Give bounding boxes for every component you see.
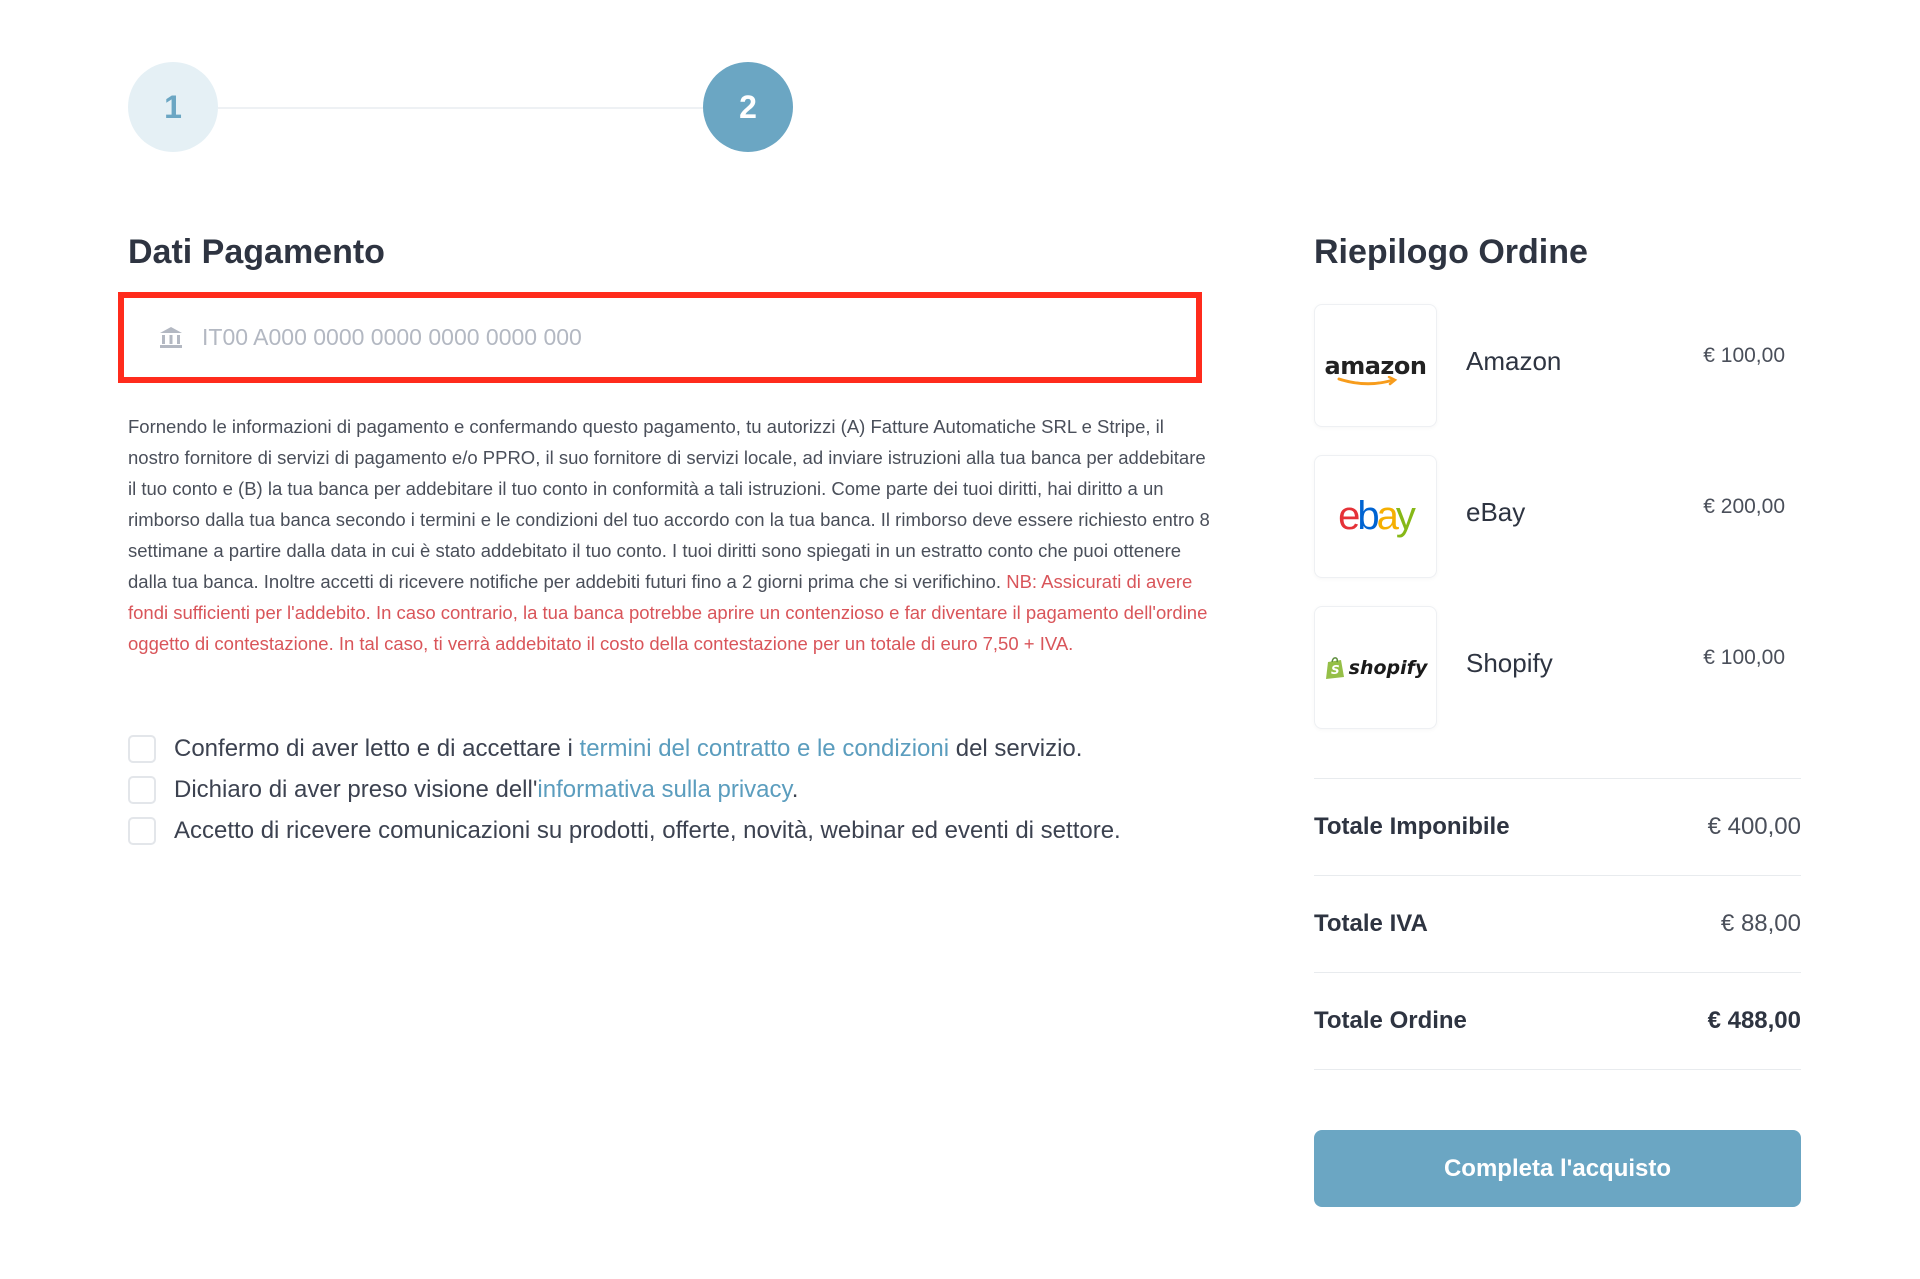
- iban-field-wrapper: [118, 292, 1202, 383]
- order-item: amazon Amazon € 100,00: [1314, 304, 1801, 428]
- sepa-mandate-text: Fornendo le informazioni di pagamento e …: [128, 411, 1218, 659]
- payment-title: Dati Pagamento: [128, 233, 385, 271]
- consent-list: Confermo di aver letto e di accettare i …: [128, 728, 1228, 851]
- step-1[interactable]: 1: [128, 62, 218, 152]
- consent-text: Dichiaro di aver preso visione dell'info…: [174, 775, 799, 803]
- complete-purchase-button[interactable]: Completa l'acquisto: [1314, 1130, 1801, 1207]
- terms-link[interactable]: termini del contratto e le condizioni: [580, 735, 950, 762]
- total-value: € 88,00: [1720, 910, 1801, 937]
- total-label: Totale Imponibile: [1314, 813, 1510, 840]
- summary-title: Riepilogo Ordine: [1314, 233, 1588, 271]
- total-taxable-row: Totale Imponibile € 400,00: [1314, 778, 1801, 875]
- consent-marketing: Accetto di ricevere comunicazioni su pro…: [128, 810, 1228, 851]
- order-item: S shopify Shopify € 100,00: [1314, 606, 1801, 730]
- privacy-link[interactable]: informativa sulla privacy: [537, 776, 791, 803]
- item-name: Shopify: [1466, 648, 1553, 678]
- consent-text: Accetto di ricevere comunicazioni su pro…: [174, 816, 1121, 844]
- privacy-checkbox[interactable]: [128, 775, 156, 804]
- shopify-logo-box: S shopify: [1314, 606, 1437, 729]
- amazon-logo-box: amazon: [1314, 304, 1437, 427]
- totals-table: Totale Imponibile € 400,00 Totale IVA € …: [1314, 778, 1801, 1070]
- payment-section: Dati Pagamento Fornendo le informazioni …: [118, 228, 1218, 845]
- marketing-checkbox[interactable]: [128, 816, 156, 845]
- amazon-logo: amazon: [1325, 352, 1427, 385]
- total-label: Totale Ordine: [1314, 1007, 1467, 1034]
- total-value: € 488,00: [1707, 1007, 1801, 1034]
- consent-text: Confermo di aver letto e di accettare i …: [174, 734, 1083, 762]
- checkout-stepper: 1 2: [128, 62, 793, 152]
- consent-terms: Confermo di aver letto e di accettare i …: [128, 728, 1228, 769]
- iban-input[interactable]: [200, 306, 1196, 369]
- total-label: Totale IVA: [1314, 910, 1428, 937]
- item-name: eBay: [1466, 497, 1526, 527]
- stepper-line: [218, 107, 703, 109]
- consent-privacy: Dichiaro di aver preso visione dell'info…: [128, 769, 1228, 810]
- step-2: 2: [703, 62, 793, 152]
- item-name: Amazon: [1466, 346, 1562, 376]
- svg-text:S: S: [1331, 663, 1340, 677]
- item-price: € 100,00: [1703, 646, 1785, 669]
- terms-checkbox[interactable]: [128, 734, 156, 763]
- item-price: € 200,00: [1703, 495, 1785, 518]
- bank-icon: [158, 325, 184, 351]
- order-summary: Riepilogo Ordine amazon Amazon € 100,00 …: [1314, 228, 1801, 1207]
- order-item: ebay eBay € 200,00: [1314, 455, 1801, 579]
- total-value: € 400,00: [1707, 813, 1801, 840]
- ebay-logo-box: ebay: [1314, 455, 1437, 578]
- mandate-body: Fornendo le informazioni di pagamento e …: [128, 416, 1210, 592]
- total-vat-row: Totale IVA € 88,00: [1314, 875, 1801, 972]
- item-price: € 100,00: [1703, 344, 1785, 367]
- ebay-logo: ebay: [1338, 494, 1416, 538]
- total-order-row: Totale Ordine € 488,00: [1314, 972, 1801, 1070]
- shopify-logo: S shopify: [1324, 656, 1427, 680]
